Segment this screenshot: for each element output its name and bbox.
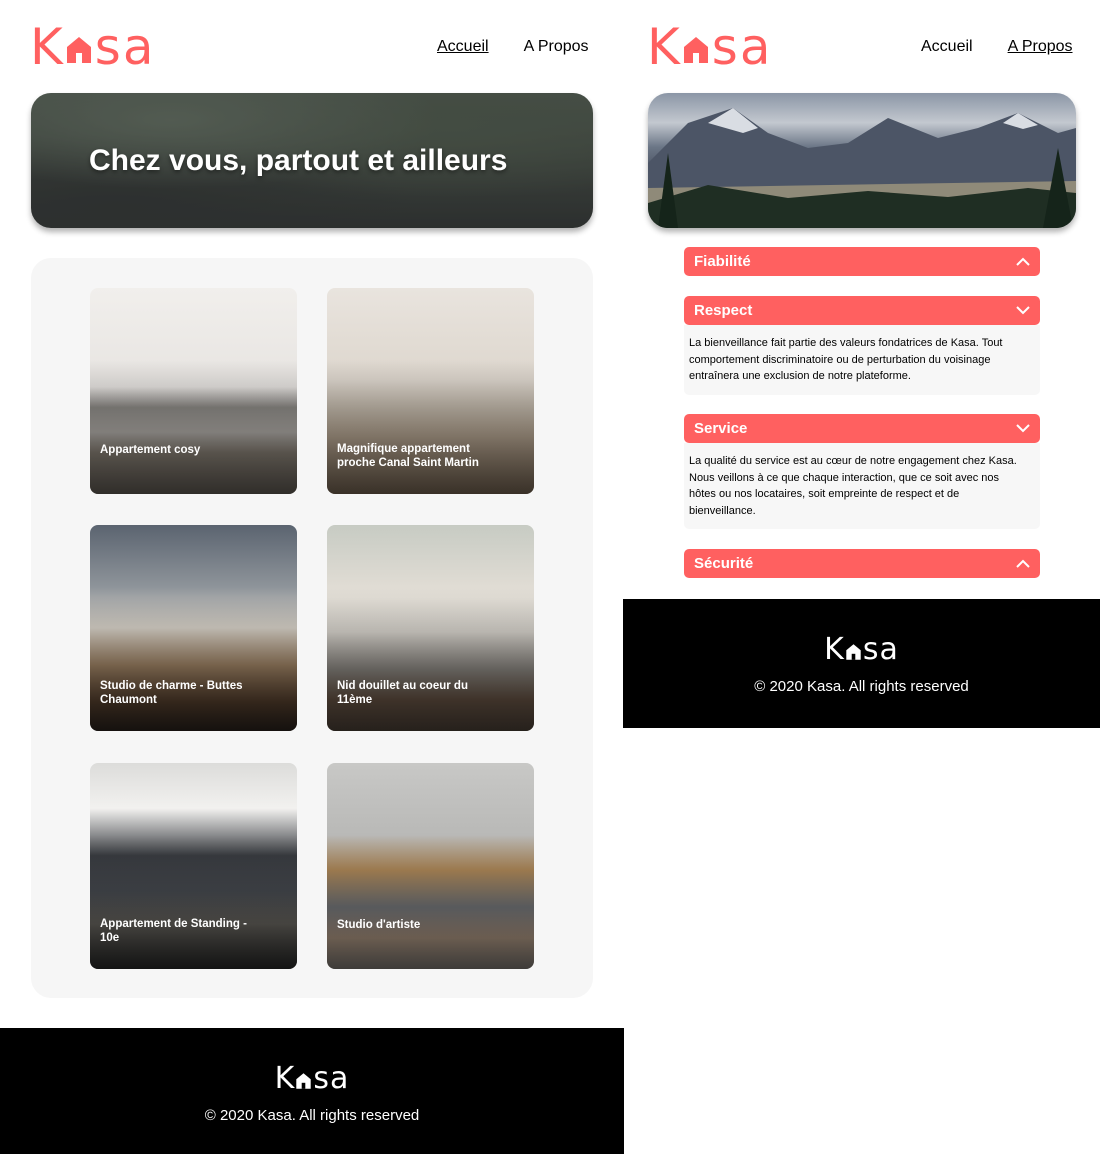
nav-link-a-propos[interactable]: A Propos — [524, 38, 589, 56]
accordion-header-service[interactable]: Service — [684, 414, 1040, 443]
nav-link-accueil[interactable]: Accueil — [921, 38, 973, 56]
chevron-up-icon — [1016, 559, 1030, 568]
house-icon — [683, 37, 708, 63]
home-banner: Chez vous, partout et ailleurs — [31, 93, 593, 228]
listing-title: Studio d'artiste — [337, 918, 421, 931]
about-nav: Accueil A Propos — [921, 38, 1073, 56]
listing-title: Appartement de Standing - 10e — [100, 918, 247, 944]
footer-copyright: © 2020 Kasa. All rights reserved — [754, 678, 969, 695]
house-icon — [296, 1073, 312, 1089]
accordion-content-respect: La bienveillance fait partie des valeurs… — [684, 325, 1040, 395]
footer-logo: K sa — [824, 632, 899, 667]
banner-title: Chez vous, partout et ailleurs — [89, 143, 508, 177]
listing-title: Magnifique appartement proche Canal Sain… — [337, 443, 479, 469]
listing-title: Appartement cosy — [100, 443, 201, 456]
footer-logo: K sa — [274, 1061, 350, 1096]
listing-card[interactable]: Nid douillet au coeur du 11ème — [327, 525, 534, 731]
accordion-title: Sécurité — [694, 555, 754, 572]
listing-card[interactable]: Studio de charme - Buttes Chaumont — [90, 525, 297, 731]
about-logo[interactable]: K sa — [647, 22, 773, 72]
home-footer: K sa © 2020 Kasa. All rights reserved — [0, 1028, 624, 1154]
listings-gallery: Appartement cosy Magnifique appartement … — [31, 258, 593, 998]
accordion-header-fiabilite[interactable]: Fiabilité — [684, 247, 1040, 276]
listing-title: Nid douillet au coeur du 11ème — [337, 680, 468, 706]
chevron-up-icon — [1016, 257, 1030, 266]
footer-copyright: © 2020 Kasa. All rights reserved — [204, 1107, 420, 1124]
about-banner — [648, 93, 1076, 228]
listing-card[interactable]: Magnifique appartement proche Canal Sain… — [327, 288, 534, 494]
listing-title: Studio de charme - Buttes Chaumont — [100, 680, 243, 706]
nav-link-accueil[interactable]: Accueil — [437, 38, 489, 56]
home-nav: Accueil A Propos — [437, 38, 589, 56]
mountain-landscape — [648, 108, 1076, 228]
nav-link-a-propos[interactable]: A Propos — [1008, 38, 1073, 56]
accordion-header-securite[interactable]: Sécurité — [684, 549, 1040, 578]
listing-card[interactable]: Appartement de Standing - 10e — [90, 763, 297, 969]
about-footer: K sa © 2020 Kasa. All rights reserved — [623, 599, 1100, 728]
accordion-title: Fiabilité — [694, 253, 751, 270]
accordion-content-service: La qualité du service est au cœur de not… — [684, 443, 1040, 529]
accordion-title: Respect — [694, 302, 753, 319]
accordion-header-respect[interactable]: Respect — [684, 296, 1040, 325]
accordion-title: Service — [694, 420, 748, 437]
listing-card[interactable]: Appartement cosy — [90, 288, 297, 494]
chevron-down-icon — [1016, 306, 1030, 315]
house-icon — [846, 644, 861, 660]
listing-card[interactable]: Studio d'artiste — [327, 763, 534, 969]
home-logo[interactable]: K sa — [30, 22, 156, 72]
house-icon — [66, 37, 91, 63]
chevron-down-icon — [1016, 424, 1030, 433]
